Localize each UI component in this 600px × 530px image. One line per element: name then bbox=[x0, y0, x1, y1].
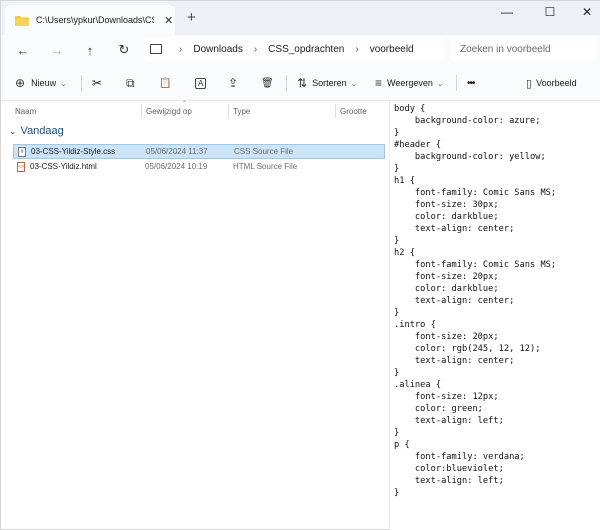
cut-button[interactable]: ✂ bbox=[92, 74, 102, 92]
preview-pane-button[interactable]: ▯ Voorbeeld bbox=[526, 74, 577, 92]
maximize-button[interactable]: ☐ bbox=[536, 5, 564, 19]
explorer-tab[interactable]: C:\Users\ypkur\Downloads\CS ✕ bbox=[5, 5, 175, 35]
scissors-icon: ✂ bbox=[92, 76, 103, 90]
file-name-cell: # 03-CSS-Yildiz-Style.css bbox=[18, 146, 116, 157]
close-tab-icon[interactable]: ✕ bbox=[164, 14, 173, 27]
breadcrumb-css-opdrachten[interactable]: CSS_opdrachten bbox=[268, 44, 344, 55]
sort-label: Sorteren bbox=[312, 78, 347, 88]
breadcrumb-separator: › bbox=[355, 43, 359, 55]
navigation-bar: ← → ↑ ↻ › Downloads › CSS_opdrachten › v… bbox=[1, 35, 600, 65]
new-button[interactable]: ⊕ Nieuw ⌄ bbox=[15, 74, 67, 92]
minimize-button[interactable]: — bbox=[493, 5, 521, 19]
file-modified: 05/06/2024 10:19 bbox=[145, 162, 208, 171]
column-header-name[interactable]: Naam bbox=[11, 101, 141, 121]
paste-icon: 📋 bbox=[159, 77, 172, 89]
tab-strip: C:\Users\ypkur\Downloads\CS ✕ + — ☐ ✕ bbox=[1, 1, 600, 35]
new-label: Nieuw bbox=[31, 78, 57, 88]
back-button[interactable]: ← bbox=[13, 40, 33, 60]
group-header-today[interactable]: ⌄ Vandaag bbox=[9, 125, 64, 137]
view-list-icon: ≡ bbox=[375, 76, 383, 90]
chevron-down-icon: ⌄ bbox=[350, 78, 358, 88]
chevron-down-icon: ⌄ bbox=[436, 78, 444, 88]
toolbar-divider bbox=[286, 75, 287, 91]
search-input[interactable]: Zoeken in voorbeeld bbox=[451, 37, 596, 61]
preview-pane[interactable]: body { background-color: azure; } #heade… bbox=[389, 101, 600, 530]
address-bar[interactable]: › Downloads › CSS_opdrachten › voorbeeld bbox=[144, 37, 444, 61]
preview-code: body { background-color: azure; } #heade… bbox=[394, 104, 557, 498]
tab-title: C:\Users\ypkur\Downloads\CS bbox=[36, 15, 154, 25]
share-icon: ⇪ bbox=[228, 76, 239, 90]
sort-button[interactable]: ⇅ Sorteren ⌄ bbox=[297, 74, 357, 92]
rename-icon: A bbox=[195, 77, 207, 89]
close-window-button[interactable]: ✕ bbox=[573, 5, 600, 19]
toolbar-divider bbox=[81, 75, 82, 91]
delete-button[interactable]: 🗑 bbox=[261, 74, 274, 92]
file-type: HTML Source File bbox=[233, 162, 298, 171]
file-modified: 05/06/2024 11:37 bbox=[146, 147, 208, 156]
more-options-button[interactable]: ••• bbox=[467, 74, 475, 92]
view-button[interactable]: ≡ Weergeven ⌄ bbox=[375, 74, 444, 92]
refresh-button[interactable]: ↻ bbox=[114, 40, 134, 60]
preview-label: Voorbeeld bbox=[536, 78, 577, 88]
group-label: Vandaag bbox=[20, 125, 64, 137]
chevron-down-icon: ⌄ bbox=[9, 125, 17, 136]
forward-button[interactable]: → bbox=[47, 40, 67, 60]
sort-icon: ⇅ bbox=[297, 76, 308, 90]
column-header-size[interactable]: Grootte bbox=[336, 101, 386, 121]
copy-button[interactable]: ⧉ bbox=[126, 74, 135, 92]
file-name: 03-CSS-Yildiz.html bbox=[30, 162, 97, 171]
rename-button[interactable]: A bbox=[195, 74, 207, 92]
plus-circle-icon: ⊕ bbox=[15, 76, 26, 90]
up-button[interactable]: ↑ bbox=[80, 40, 100, 60]
file-name-cell: <> 03-CSS-Yildiz.html bbox=[17, 161, 97, 172]
copy-icon: ⧉ bbox=[126, 75, 135, 90]
file-row[interactable]: <> 03-CSS-Yildiz.html 05/06/2024 10:19 H… bbox=[13, 159, 385, 174]
css-file-icon: # bbox=[18, 146, 26, 157]
chevron-down-icon: ⌄ bbox=[60, 78, 67, 88]
breadcrumb-separator: › bbox=[179, 43, 183, 55]
column-header-modified[interactable]: Gewijzigd op bbox=[142, 101, 228, 121]
file-name: 03-CSS-Yildiz-Style.css bbox=[31, 147, 116, 156]
preview-pane-icon: ▯ bbox=[526, 77, 533, 90]
share-button[interactable]: ⇪ bbox=[228, 74, 238, 92]
file-type: CSS Source File bbox=[234, 147, 294, 156]
new-tab-button[interactable]: + bbox=[187, 9, 196, 26]
html-file-icon: <> bbox=[17, 161, 25, 172]
breadcrumb-downloads[interactable]: Downloads bbox=[193, 44, 242, 55]
this-pc-icon[interactable] bbox=[150, 44, 162, 54]
folder-icon bbox=[15, 15, 29, 26]
column-header-type[interactable]: Type bbox=[229, 101, 335, 121]
breadcrumb-voorbeeld[interactable]: voorbeeld bbox=[370, 44, 414, 55]
breadcrumb-separator: › bbox=[253, 43, 258, 55]
toolbar-divider bbox=[456, 75, 457, 91]
trash-icon: 🗑 bbox=[261, 77, 274, 89]
file-row[interactable]: # 03-CSS-Yildiz-Style.css 05/06/2024 11:… bbox=[13, 144, 385, 159]
file-explorer-window: C:\Users\ypkur\Downloads\CS ✕ + — ☐ ✕ ← … bbox=[0, 0, 600, 530]
paste-button[interactable]: 📋 bbox=[159, 74, 171, 92]
command-bar: ⊕ Nieuw ⌄ ✂ ⧉ 📋 A ⇪ 🗑 ⇅ Sorteren ⌄ ≡ Wee… bbox=[1, 65, 600, 101]
view-label: Weergeven bbox=[387, 78, 433, 88]
